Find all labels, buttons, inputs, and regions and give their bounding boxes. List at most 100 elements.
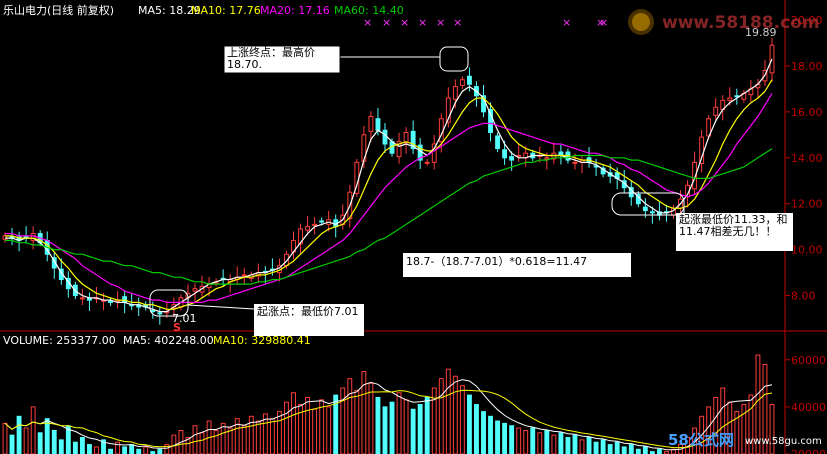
volume-bar (94, 446, 99, 454)
candle-body (157, 312, 163, 315)
volume-bar (438, 378, 444, 454)
candle-body (649, 211, 655, 214)
volume-bar (530, 427, 536, 454)
price-tick-label: 18.00 (791, 60, 823, 73)
price-tick-label: 12.00 (791, 198, 823, 211)
volume-bar (502, 422, 508, 454)
candle-body (108, 300, 113, 303)
candles (2, 38, 775, 325)
volume-bar (51, 429, 57, 454)
volume-bar (220, 422, 226, 454)
volume-bar (452, 375, 458, 454)
sell-marker: S (173, 321, 181, 334)
candle-body (192, 288, 198, 292)
volume-bar (523, 429, 529, 454)
volume-bar (291, 392, 296, 454)
volume-bar (586, 437, 592, 454)
volume-bar (382, 406, 388, 454)
kline-chart: 8.0010.0012.0014.0016.0018.0020.00 20000… (0, 0, 827, 454)
volume-bar (466, 394, 472, 454)
right-annotation-text: 起涨最低价11.33，和11.47相差无几！！ (679, 213, 788, 238)
candle-body (382, 129, 388, 145)
volume-bar (410, 408, 416, 454)
watermark-site-top: www.58188.com (662, 13, 820, 33)
volume-bar (108, 448, 113, 454)
ma10-legend: MA10: 17.76 (191, 4, 261, 17)
volume-bar (614, 441, 620, 454)
volume-bar (551, 434, 557, 454)
volume-bar (459, 385, 465, 454)
candle-body (642, 206, 648, 212)
volume-ma-line-10 (4, 389, 773, 449)
ma-line-ma60 (5, 148, 773, 285)
volume-bar (516, 427, 522, 454)
svg-text:×: × (418, 16, 427, 29)
top-annotation-text: 上涨终点：最高价18.70. (227, 46, 315, 71)
price-tick-label: 8.00 (791, 290, 816, 303)
svg-text:×: × (436, 16, 445, 29)
volume-bar (23, 427, 29, 454)
candle-body (312, 223, 318, 227)
volume-bar (9, 434, 15, 454)
volume-bar (340, 387, 346, 454)
volume-bar (544, 429, 550, 454)
candle-body (727, 97, 733, 101)
volume-bar (305, 396, 311, 454)
volume-bar (122, 446, 128, 454)
ma-lines (5, 58, 773, 313)
ma-line-ma10 (5, 79, 773, 310)
volume-bar (227, 427, 233, 454)
bottom-leader (187, 304, 255, 310)
volume-bar (656, 448, 662, 454)
candle-body (452, 86, 458, 100)
volume-bar (136, 448, 142, 454)
volume-bar (600, 439, 606, 454)
svg-text:×: × (400, 16, 409, 29)
volume-bar (368, 382, 374, 454)
watermark-logo (628, 9, 654, 35)
volume-bar (326, 406, 332, 454)
volume-bar (79, 437, 85, 454)
candle-body (375, 118, 381, 131)
candle-body (502, 149, 508, 159)
candle-body (79, 297, 85, 300)
volume-bar (417, 404, 423, 454)
signal-marks: × × × × × × × ×× (363, 16, 608, 29)
candle-body (241, 274, 247, 277)
volume-tick-label: 40000 (791, 401, 826, 414)
volume-bar (593, 441, 599, 454)
high-point-circle (439, 46, 469, 72)
svg-text:×: × (562, 16, 571, 29)
candle-body (424, 161, 430, 164)
volume-bar (255, 420, 261, 454)
volume-bar (375, 396, 381, 454)
volume-bar (199, 432, 205, 454)
volume-bar (284, 401, 289, 454)
price-tick-label: 10.00 (791, 244, 823, 257)
volume-bar (347, 378, 353, 454)
candle-body (459, 79, 465, 86)
volume-bar (628, 444, 634, 454)
volume-ma-lines (4, 379, 773, 451)
volume-bar (87, 444, 92, 454)
price-axis: 8.0010.0012.0014.0016.0018.0020.00 (785, 14, 823, 303)
volume-bar (474, 404, 479, 454)
volume-bar (572, 434, 578, 454)
volume-bar (129, 444, 135, 454)
volume-bar (558, 432, 564, 454)
volume-bar (579, 439, 585, 454)
volume-bar (16, 415, 22, 454)
volume-bars (2, 354, 775, 454)
svg-text:×: × (382, 16, 391, 29)
chart-stage: 8.0010.0012.0014.0016.0018.0020.00 20000… (0, 0, 827, 454)
watermark-cn: 58公式网 (668, 431, 734, 449)
volume-bar (58, 439, 64, 454)
candle-body (572, 161, 578, 164)
svg-text:×: × (599, 16, 608, 29)
ma-line-ma5 (5, 58, 773, 313)
price-tick-label: 16.00 (791, 106, 823, 119)
volume-bar (481, 411, 486, 454)
price-tick-label: 14.00 (791, 152, 823, 165)
volume-bar (396, 392, 402, 454)
volume-bar (354, 389, 360, 454)
